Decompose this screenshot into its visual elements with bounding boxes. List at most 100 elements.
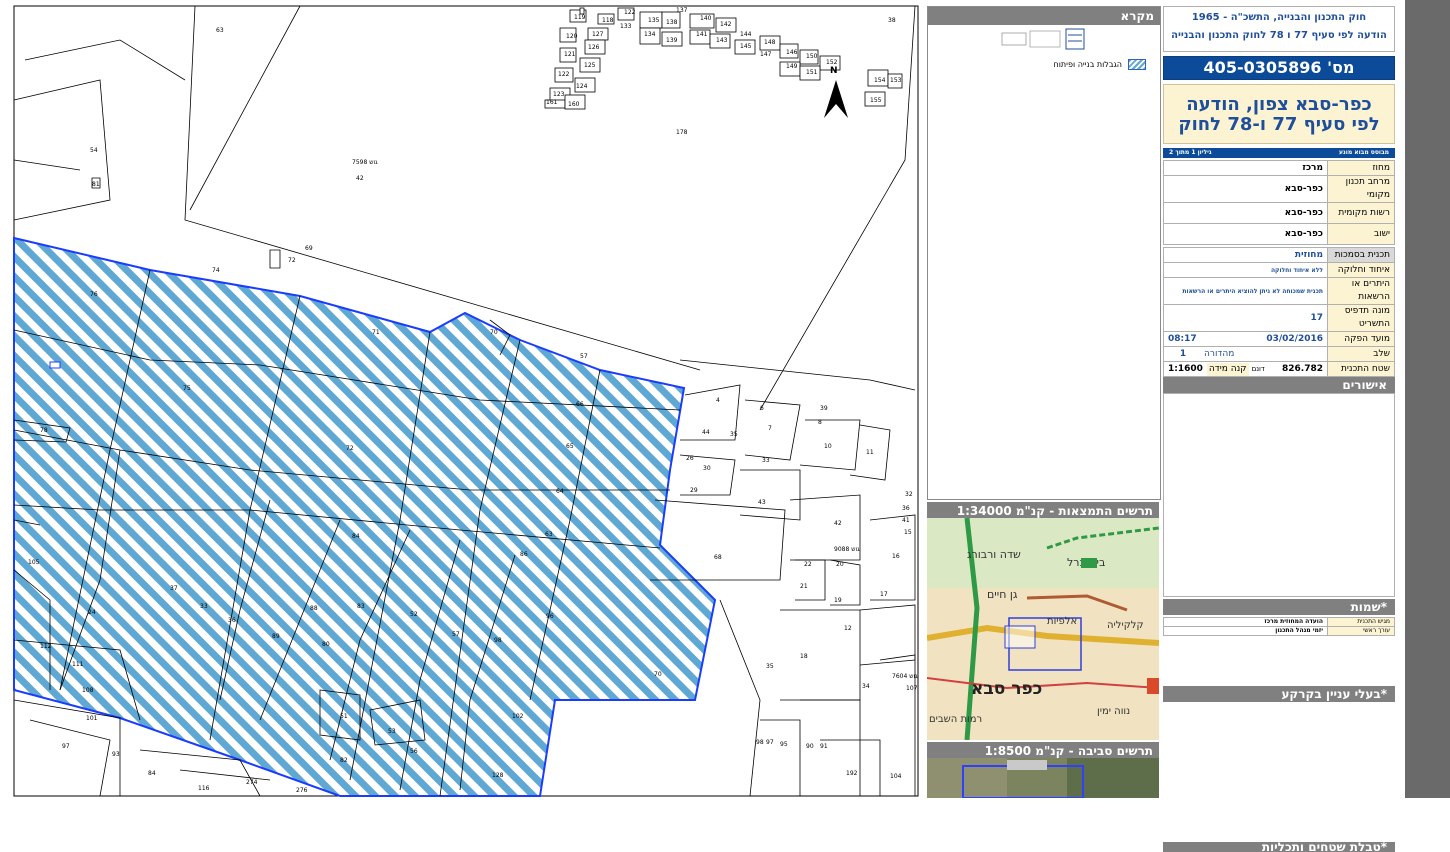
svg-text:108: 108 (82, 687, 94, 694)
svg-text:146: 146 (786, 49, 798, 56)
svg-text:39: 39 (820, 405, 828, 412)
svg-text:36: 36 (902, 505, 910, 512)
svg-text:84: 84 (148, 770, 156, 777)
svg-text:63: 63 (545, 531, 553, 538)
svg-text:33: 33 (762, 457, 770, 464)
svg-text:112: 112 (40, 643, 52, 650)
svg-text:105: 105 (28, 559, 40, 566)
svg-text:124: 124 (576, 83, 588, 90)
svg-text:122: 122 (558, 71, 570, 78)
svg-text:86: 86 (520, 551, 528, 558)
svg-text:שדה ורבורג: שדה ורבורג (967, 548, 1021, 561)
svg-text:N: N (830, 66, 838, 76)
svg-text:149: 149 (786, 63, 798, 70)
hatch-swatch-icon (1128, 59, 1146, 70)
svg-text:160: 160 (568, 101, 580, 108)
svg-text:אלפיות: אלפיות (1047, 616, 1077, 627)
svg-text:150: 150 (806, 53, 818, 60)
svg-text:121: 121 (564, 51, 576, 58)
edition-label: מהדורה (1204, 348, 1235, 359)
svg-text:35: 35 (766, 663, 774, 670)
svg-text:133: 133 (620, 23, 632, 30)
svg-text:קלקיליה: קלקיליה (1107, 620, 1144, 631)
ministry-logo-icon (1000, 27, 1088, 53)
svg-text:138: 138 (666, 19, 678, 26)
notice-subtitle: הודעה לפי סעיף 77 ו 78 לחוק התכנון והבני… (1171, 30, 1387, 41)
svg-text:65: 65 (566, 443, 574, 450)
svg-text:96: 96 (546, 613, 554, 620)
svg-text:51: 51 (340, 713, 348, 720)
svg-text:153: 153 (890, 77, 902, 84)
info-row: מרכז מחוז (1163, 160, 1395, 176)
svg-text:135: 135 (648, 17, 660, 24)
parcel-map-svg: N 63 119 118 122 135 138 120 127 121 126… (13, 5, 919, 797)
svg-text:15: 15 (904, 529, 912, 536)
svg-text:154: 154 (874, 77, 886, 84)
svg-text:102: 102 (512, 713, 524, 720)
svg-text:107: 107 (906, 685, 918, 692)
svg-text:18: 18 (800, 653, 808, 660)
svg-text:89: 89 (272, 633, 280, 640)
svg-text:24: 24 (88, 609, 96, 616)
plan-number: מס' 405-0305896 (1163, 56, 1395, 80)
svg-text:70: 70 (490, 329, 498, 336)
svg-text:נווה ימין: נווה ימין (1097, 706, 1130, 717)
svg-text:64: 64 (556, 488, 564, 495)
legend-title: מקרא (928, 7, 1160, 25)
title-block: חוק התכנון והבנייה, התשכ"ה - 1965 הודעה … (1163, 6, 1395, 852)
svg-text:30: 30 (703, 465, 711, 472)
svg-text:143: 143 (716, 37, 728, 44)
plan-name: כפר-סבא צפון, הודעה לפי סעיף 77 ו-78 לחו… (1163, 84, 1395, 144)
names-table: הועדה המחוזית מרכז מגיש התכנית יזמי מנהל … (1163, 617, 1395, 636)
svg-text:142: 142 (720, 21, 732, 28)
production-date: 03/02/2016 (1266, 333, 1323, 344)
svg-text:כפר סבא: כפר סבא (971, 679, 1042, 699)
svg-text:276: 276 (296, 787, 308, 794)
svg-text:29: 29 (690, 487, 698, 494)
svg-text:90: 90 (806, 743, 814, 750)
svg-text:144: 144 (740, 31, 752, 38)
svg-text:6: 6 (760, 405, 764, 412)
svg-text:44: 44 (702, 429, 710, 436)
svg-text:70: 70 (654, 671, 662, 678)
svg-text:17: 17 (880, 591, 888, 598)
svg-text:63: 63 (216, 27, 224, 34)
svg-text:69: 69 (305, 245, 313, 252)
svg-text:35: 35 (730, 431, 738, 438)
svg-text:26: 26 (686, 455, 694, 462)
info-row: כפר-סבא מרחב תכנון מקומי (1163, 175, 1395, 203)
svg-text:34: 34 (862, 683, 870, 690)
names-title: שמות* (1163, 599, 1395, 615)
svg-text:98: 98 (494, 637, 502, 644)
svg-text:22: 22 (804, 561, 812, 568)
svg-text:11: 11 (866, 449, 874, 456)
location-inset: תרשים התמצאות - קנ"מ 1:34000 כפר סבא שדה… (927, 502, 1159, 740)
svg-text:80: 80 (322, 641, 330, 648)
legend-item: הגבלות בנייה ופיתוח (1054, 59, 1146, 70)
svg-text:42: 42 (356, 175, 364, 182)
svg-text:72: 72 (288, 257, 296, 264)
svg-text:37: 37 (170, 585, 178, 592)
svg-text:122: 122 (624, 9, 636, 16)
legend-panel: מקרא הגבלות בנייה ופיתוח (927, 6, 1161, 500)
location-inset-map: כפר סבא שדה ורבורג בית ברל גן חיים רמות … (927, 518, 1159, 740)
svg-text:56: 56 (410, 748, 418, 755)
sheet-source: מבוסס מבוא מונע (1339, 149, 1389, 156)
production-time: 08:17 (1168, 333, 1197, 344)
svg-text:104: 104 (890, 773, 902, 780)
svg-text:137: 137 (676, 7, 688, 14)
svg-text:41: 41 (902, 517, 910, 524)
sheet-bar: גיליון 1 מתוך 2 מבוסס מבוא מונע (1163, 148, 1395, 158)
svg-text:71: 71 (372, 329, 380, 336)
svg-text:8: 8 (818, 419, 822, 426)
plan-map[interactable]: N 63 119 118 122 135 138 120 127 121 126… (0, 0, 920, 798)
svg-text:116: 116 (198, 785, 210, 792)
status-table: מחוזית תכנית בסמכות ללא איחוד וחלוקה איחוד… (1163, 247, 1395, 377)
svg-text:76: 76 (90, 291, 98, 298)
svg-text:36: 36 (228, 617, 236, 624)
approvals-title: אישורים (1163, 377, 1395, 393)
svg-text:33: 33 (200, 603, 208, 610)
svg-text:126: 126 (588, 44, 600, 51)
svg-text:161: 161 (546, 99, 558, 106)
svg-text:57: 57 (452, 631, 460, 638)
